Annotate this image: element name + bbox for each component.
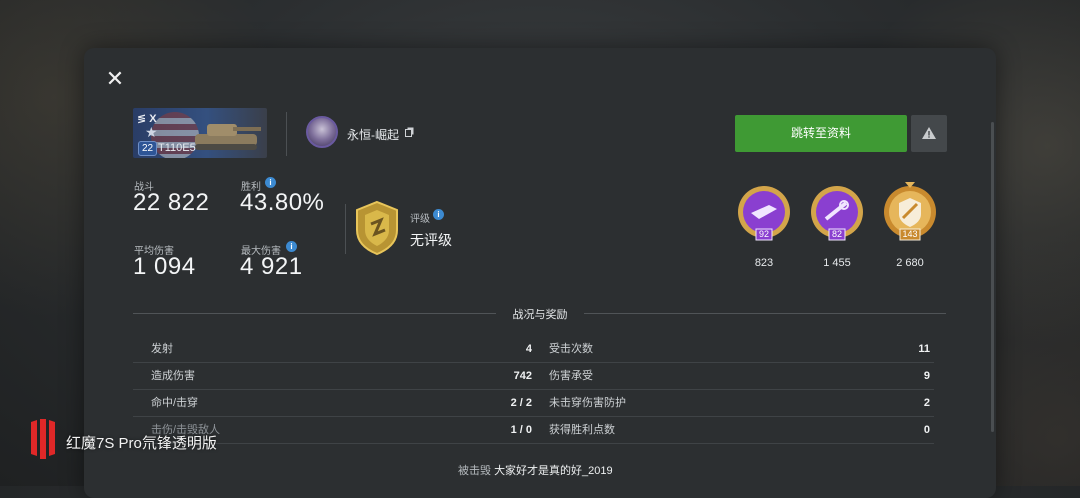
row-label: 伤害承受: [549, 370, 593, 382]
battles-value: 22 822: [133, 189, 210, 216]
medal-sniper[interactable]: 82: [806, 183, 868, 245]
report-button[interactable]: [911, 115, 947, 152]
winrate-info-icon[interactable]: i: [265, 177, 276, 188]
redmagic-logo-icon: [31, 419, 55, 459]
avg-damage-value: 1 094: [133, 253, 196, 280]
stat-row: 发射 4: [133, 336, 536, 363]
close-icon[interactable]: ✕: [104, 68, 126, 90]
medal-count: 1 455: [823, 257, 851, 269]
rating-info-icon[interactable]: i: [433, 209, 444, 220]
rating-shield-icon: [356, 200, 398, 256]
rating-value: 无评级: [410, 232, 452, 248]
row-label: 命中/击穿: [151, 397, 199, 409]
tier-label: X: [149, 113, 157, 125]
section-title: 战况与奖励: [512, 309, 568, 321]
medal-defender[interactable]: 143: [879, 180, 941, 242]
row-label: 受击次数: [549, 343, 593, 355]
medal-count: 823: [754, 257, 774, 269]
row-label: 未击穿伤害防护: [549, 397, 626, 409]
header-divider: [286, 112, 287, 156]
scrollbar[interactable]: [991, 122, 994, 432]
rating-label: 评级: [410, 214, 430, 225]
row-value: 2 / 2: [510, 397, 532, 409]
tank-tier: ≶ X: [137, 112, 157, 125]
section-divider-left: [133, 313, 496, 314]
tank-level-badge: 22: [138, 141, 158, 156]
medal-level: 92: [758, 229, 769, 239]
winrate-value: 43.80%: [240, 189, 325, 216]
row-value: 11: [918, 343, 930, 355]
stat-row: 获得胜利点数 0: [531, 417, 934, 444]
medal-level: 82: [831, 229, 842, 239]
tank-icon: [195, 124, 261, 150]
player-name[interactable]: 永恒-崛起: [347, 126, 399, 143]
stat-row: 造成伤害 742: [133, 363, 536, 390]
destroyed-by-line: 被击毁 大家好才是真的好_2019: [458, 462, 613, 478]
stat-row: 未击穿伤害防护 2: [531, 390, 934, 417]
tier-chevron-icon: ≶: [137, 113, 147, 125]
max-damage-value: 4 921: [240, 253, 303, 280]
row-value: 1 / 0: [510, 424, 532, 436]
row-label: 造成伤害: [151, 370, 195, 382]
stat-row: 受击次数 11: [531, 336, 934, 363]
stat-row: 伤害承受 9: [531, 363, 934, 390]
player-avatar[interactable]: [306, 116, 338, 148]
destroyed-by-label: 被击毁: [458, 465, 491, 477]
row-value: 0: [923, 424, 930, 436]
tank-name: T110E5: [158, 142, 196, 154]
section-divider-right: [584, 313, 946, 314]
row-label: 发射: [151, 343, 173, 355]
max-damage-info-icon[interactable]: i: [286, 241, 297, 252]
device-watermark: 红魔7S Pro氘锋透明版: [66, 435, 217, 452]
goto-profile-button[interactable]: 跳转至资料: [735, 115, 907, 152]
row-value: 742: [513, 370, 532, 382]
medal-count: 2 680: [896, 257, 924, 269]
stat-row: 命中/击穿 2 / 2: [133, 390, 536, 417]
medal-level: 143: [902, 229, 918, 239]
row-label: 获得胜利点数: [549, 424, 615, 436]
row-value: 9: [923, 370, 930, 382]
medal-gunner[interactable]: 92: [733, 183, 795, 245]
row-value: 2: [923, 397, 930, 409]
warning-icon: [922, 127, 936, 139]
rating-divider: [345, 204, 346, 254]
tank-card[interactable]: ★ ≶ X 22 T110E5: [133, 108, 267, 158]
star-icon: ★: [145, 124, 158, 140]
killer-name[interactable]: 大家好才是真的好_2019: [494, 465, 613, 477]
copy-icon[interactable]: [405, 127, 414, 137]
